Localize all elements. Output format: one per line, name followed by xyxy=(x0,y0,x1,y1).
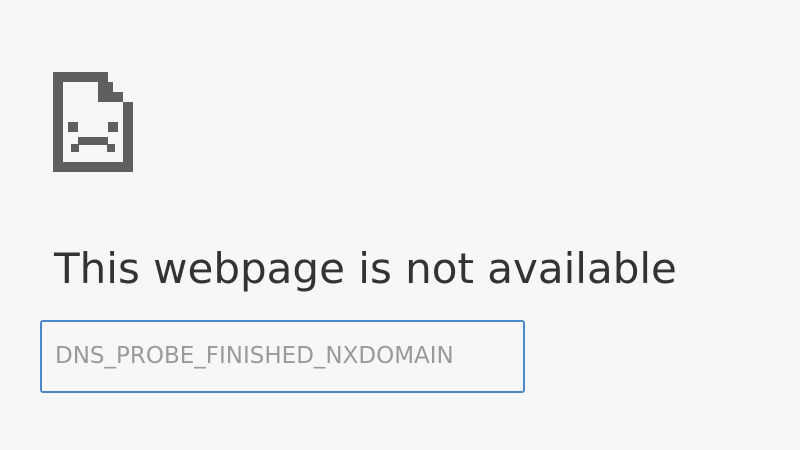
sad-page-icon xyxy=(53,72,133,172)
page-title: This webpage is not available xyxy=(54,244,677,293)
error-code-field[interactable]: DNS_PROBE_FINISHED_NXDOMAIN xyxy=(40,320,525,393)
error-page: This webpage is not available DNS_PROBE_… xyxy=(0,0,800,450)
error-code-text: DNS_PROBE_FINISHED_NXDOMAIN xyxy=(55,343,454,369)
